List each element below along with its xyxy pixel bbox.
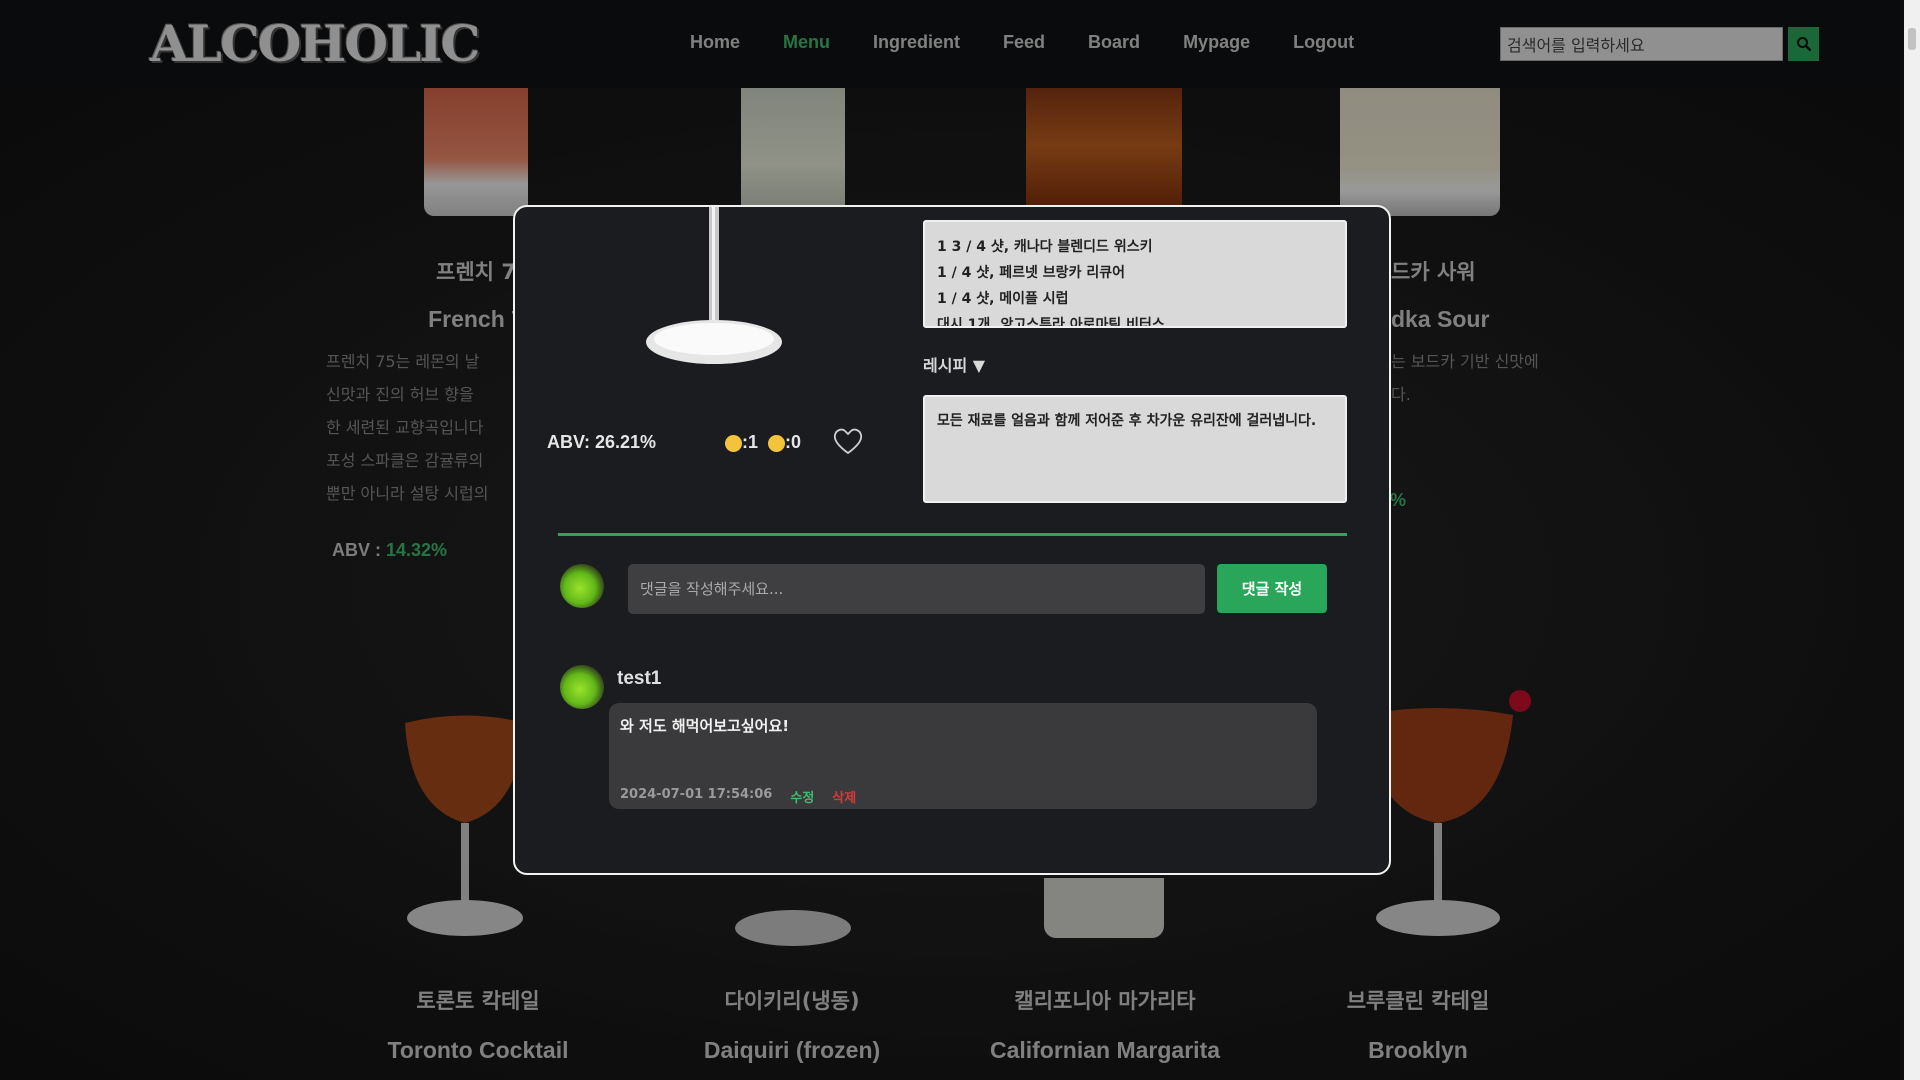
smile-emoji-icon — [725, 434, 742, 452]
dislike-reaction[interactable]: :0 — [768, 432, 801, 453]
comment-bubble: 와 저도 해먹어보고싶어요! 2024-07-01 17:54:06 수정 삭제 — [609, 703, 1317, 809]
scrollbar-thumb[interactable] — [1908, 28, 1916, 50]
ingredient-item: 1 / 4 샷, 페르넷 브랑카 리큐어 — [937, 265, 1125, 281]
recipe-text: 모든 재료를 얼음과 함께 저어준 후 차가운 유리잔에 걸러냅니다. — [923, 395, 1347, 503]
frown-emoji-icon — [768, 434, 786, 452]
ingredient-item: 대시 1개, 앙고스투라 아로마틱 비터스 — [937, 317, 1165, 328]
comment-submit-button[interactable]: 댓글 작성 — [1217, 564, 1327, 613]
comment-meta: 2024-07-01 17:54:06 수정 삭제 — [620, 787, 856, 806]
ingredient-item: 1 / 4 샷, 메이플 시럽 — [937, 291, 1069, 307]
comment-text: 와 저도 해먹어보고싶어요! — [620, 717, 790, 735]
comment-username: test1 — [617, 668, 662, 689]
avatar — [560, 665, 604, 709]
reaction-counts: :1 :0 — [725, 432, 801, 453]
ingredients-list: 1 3 / 4 샷, 캐나다 블렌디드 위스키 1 / 4 샷, 페르넷 브랑카… — [923, 220, 1347, 328]
section-divider — [558, 533, 1347, 536]
drink-detail-modal: ABV: 26.21% :1 :0 1 3 / 4 샷, 캐나다 블렌디드 위스… — [513, 205, 1391, 875]
page-scrollbar[interactable] — [1904, 0, 1920, 1080]
ingredient-item: 1 3 / 4 샷, 캐나다 블렌디드 위스키 — [937, 239, 1153, 255]
comment-date: 2024-07-01 17:54:06 — [620, 787, 773, 802]
avatar — [560, 564, 604, 608]
recipe-toggle[interactable]: 레시피 ▼ — [923, 352, 985, 376]
drink-image — [646, 207, 782, 364]
like-reaction[interactable]: :1 — [725, 432, 758, 453]
heart-icon[interactable] — [833, 427, 863, 455]
comment-delete-button[interactable]: 삭제 — [832, 787, 856, 806]
comment-input[interactable]: 댓글을 작성해주세요... — [628, 564, 1205, 614]
comment-edit-button[interactable]: 수정 — [790, 787, 814, 806]
abv-value: ABV: 26.21% — [547, 432, 657, 452]
